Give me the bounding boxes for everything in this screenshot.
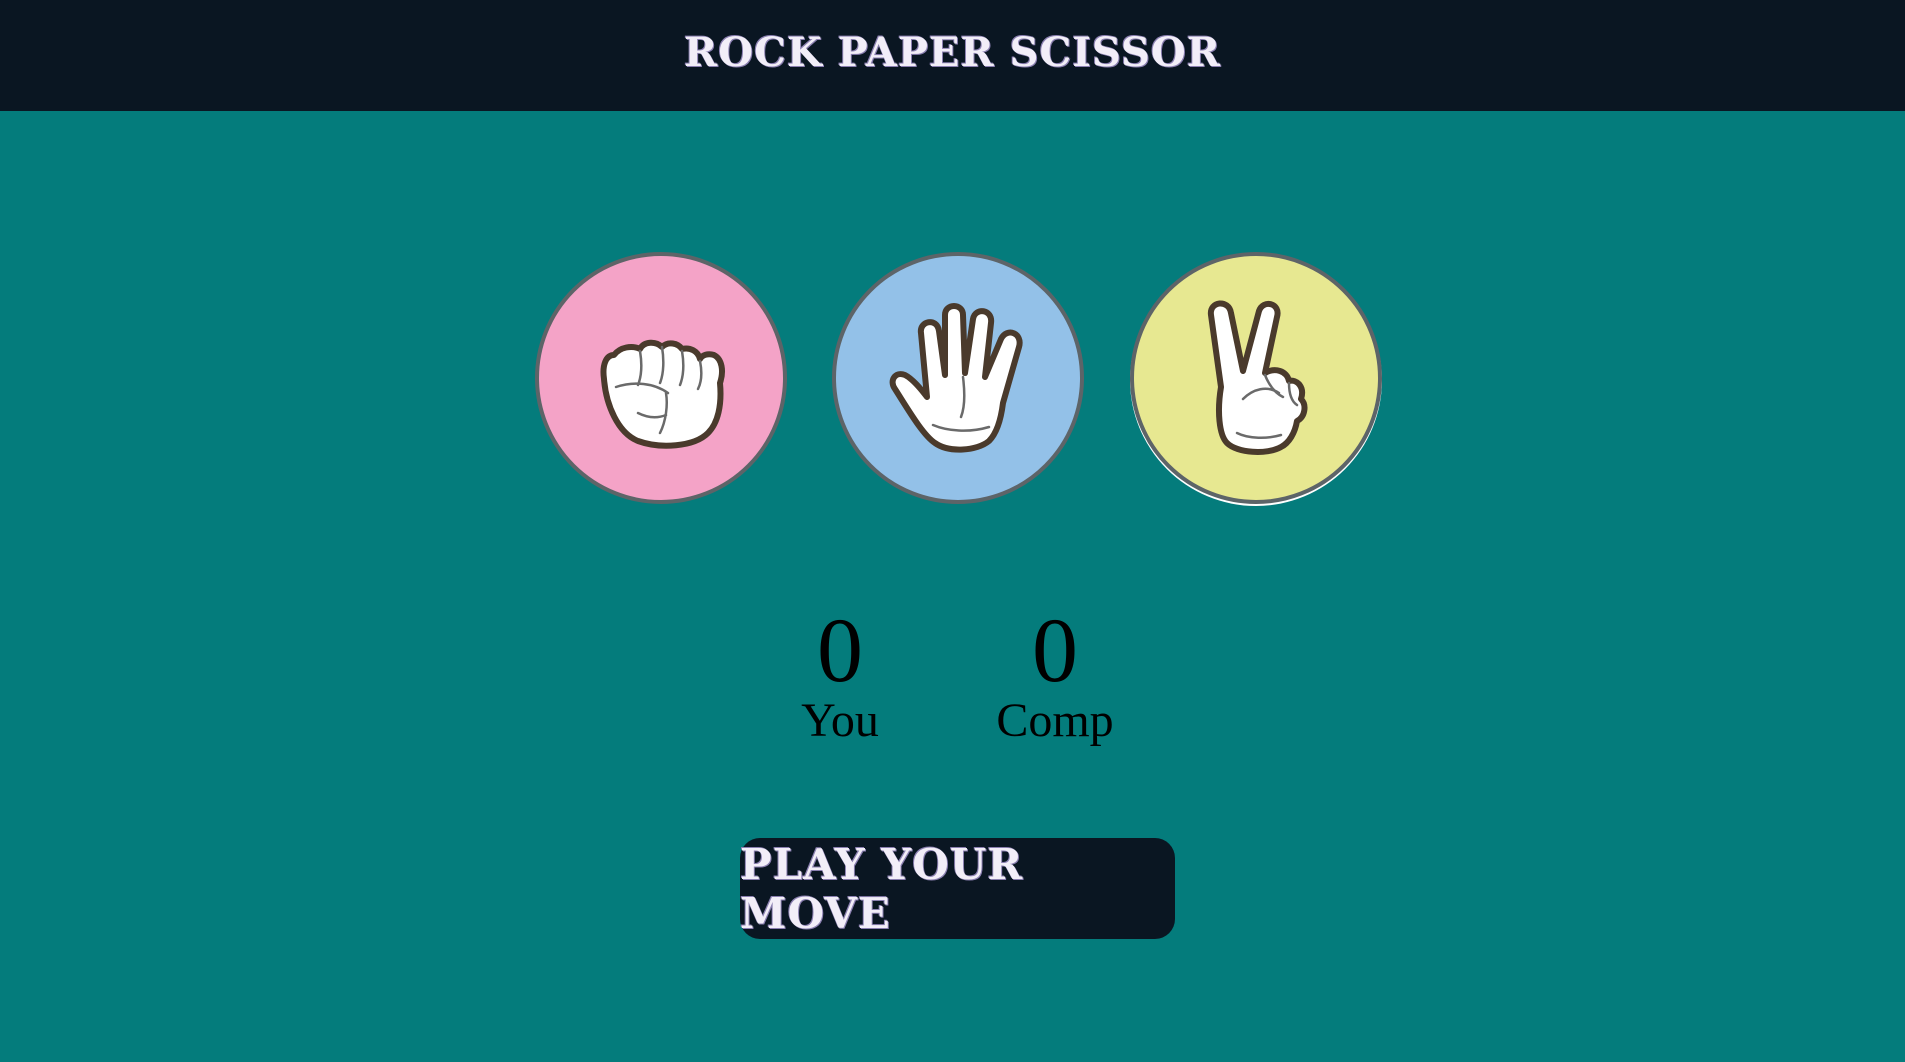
fist-icon (600, 339, 725, 449)
rock-choice[interactable] (535, 252, 787, 504)
user-score-label: You (801, 694, 879, 747)
comp-score: 0 (1032, 599, 1078, 701)
user-score: 0 (817, 599, 863, 701)
user-score-block: 0 You (780, 600, 900, 746)
scissor-choice[interactable] (1130, 252, 1382, 504)
comp-score-block: 0 Comp (985, 600, 1125, 746)
play-button-label: PLAY YOUR MOVE (740, 839, 1024, 938)
page-title: ROCK PAPER SCISSOR (684, 29, 1221, 76)
comp-score-label: Comp (996, 694, 1114, 747)
scoreboard: 0 You 0 Comp (0, 600, 1905, 770)
play-your-move-button[interactable]: PLAY YOUR MOVE (740, 838, 1175, 939)
choices-row (0, 252, 1905, 504)
paper-choice[interactable] (832, 252, 1084, 504)
open-hand-icon (889, 303, 1023, 453)
peace-sign-icon (1207, 300, 1308, 455)
header-bar: ROCK PAPER SCISSOR (0, 0, 1905, 111)
